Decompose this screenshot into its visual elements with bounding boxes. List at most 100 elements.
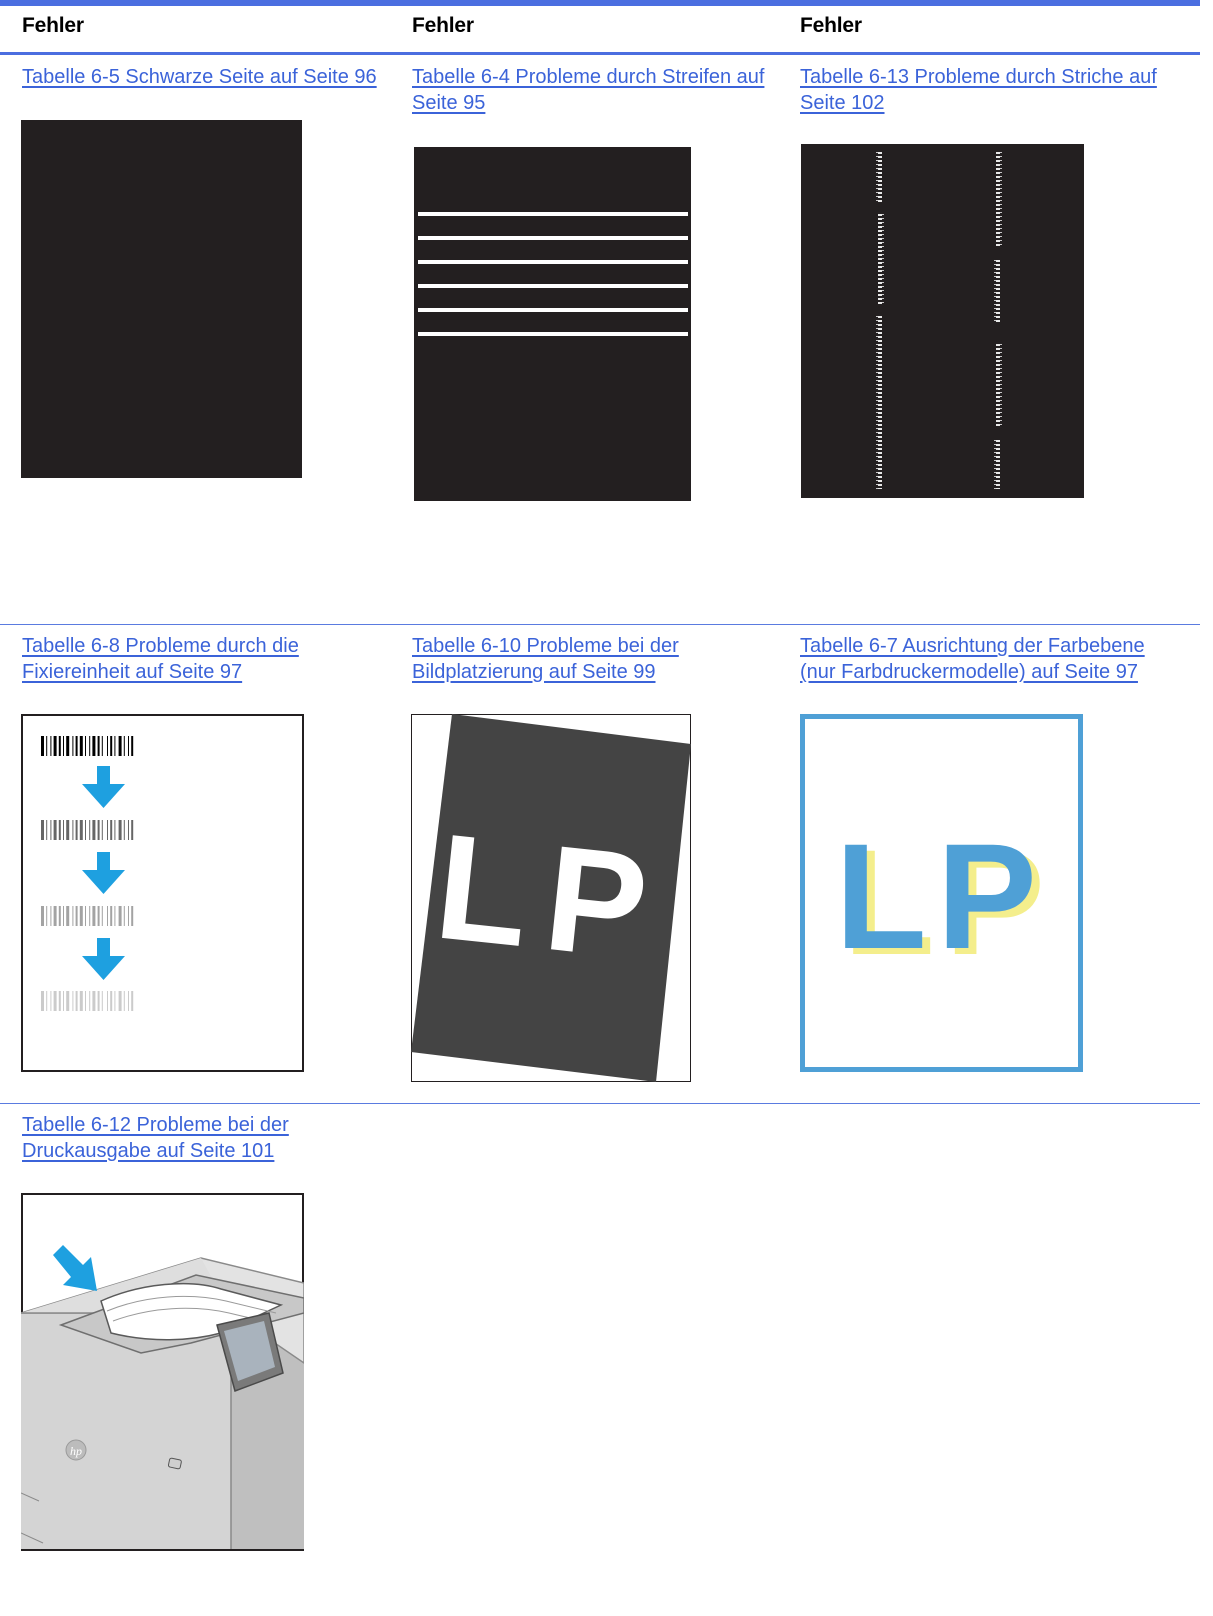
link-image-placement[interactable]: Tabelle 6-10 Probleme bei der Bildplatzi… <box>412 633 782 685</box>
barcode-bar <box>97 736 100 756</box>
barcode-bar <box>107 820 108 840</box>
barcode-bar <box>41 906 44 926</box>
barcode-bar <box>75 820 78 840</box>
barcode-bar <box>107 991 108 1011</box>
barcode-bar <box>58 820 61 840</box>
link-color-registration[interactable]: Tabelle 6-7 Ausrichtung der Farbebene (n… <box>800 633 1190 685</box>
barcode-bar <box>50 906 52 926</box>
barcode-bar <box>66 736 70 756</box>
color-registration-page-image: LP LP <box>800 714 1083 1072</box>
link-color-registration-line-1: Tabelle 6-7 Ausrichtung der Farbebene <box>800 635 1145 657</box>
barcode-bar <box>118 991 122 1011</box>
barcode-bar <box>128 906 129 926</box>
barcode-bar <box>50 736 52 756</box>
barcode-bar <box>41 991 44 1011</box>
barcode-bar <box>85 906 86 926</box>
barcode-bar <box>75 991 78 1011</box>
black-page-image <box>21 120 302 478</box>
barcode-bar <box>63 906 64 926</box>
barcode-bar <box>128 820 129 840</box>
barcode-bar <box>110 736 113 756</box>
link-streaks-line-2: Seite 102 <box>800 92 885 114</box>
image-placement-page-image: LP <box>411 714 692 1082</box>
barcode-bar <box>66 906 70 926</box>
link-output-line-2: Druckausgabe auf Seite 101 <box>22 1140 275 1162</box>
barcode-bar <box>114 820 116 840</box>
link-black-page-line-1: Tabelle 6-5 Schwarze Seite auf Seite 96 <box>22 66 377 88</box>
barcode-bar <box>110 820 113 840</box>
barcode-bar <box>92 991 96 1011</box>
link-banding[interactable]: Tabelle 6-4 Probleme durch Streifen auf … <box>412 64 782 116</box>
barcode-bar <box>97 820 100 840</box>
barcode-bar <box>118 906 122 926</box>
barcode-bar <box>75 906 78 926</box>
barcode-bar <box>123 820 125 840</box>
header-rule <box>0 52 1200 55</box>
barcode-bar <box>123 736 125 756</box>
barcode-bar <box>53 906 57 926</box>
link-fuser[interactable]: Tabelle 6-8 Probleme durch die Fixierein… <box>22 633 392 685</box>
svg-text:hp: hp <box>70 1444 82 1458</box>
registration-lp-blue-text: LP <box>835 812 1047 980</box>
barcode-bar <box>46 991 48 1011</box>
row-rule-1 <box>0 624 1200 625</box>
barcode-bar <box>79 736 83 756</box>
barcode-bar <box>89 906 91 926</box>
barcode-bar <box>85 736 86 756</box>
barcode-bar <box>63 991 64 1011</box>
barcode-bar <box>89 820 91 840</box>
barcode-bar <box>41 820 44 840</box>
link-output[interactable]: Tabelle 6-12 Probleme bei der Druckausga… <box>22 1112 392 1164</box>
printer-output-image: hp <box>21 1193 304 1551</box>
fuser-page-image <box>21 714 304 1072</box>
barcode-bar <box>46 820 48 840</box>
barcode-bar <box>128 736 129 756</box>
link-color-registration-line-2: (nur Farbdruckermodelle) auf Seite 97 <box>800 661 1138 683</box>
barcode-bar <box>79 906 83 926</box>
barcode-bar <box>79 991 83 1011</box>
link-fuser-line-1: Tabelle 6-8 Probleme durch die <box>22 635 299 657</box>
barcode-bar <box>118 736 122 756</box>
barcode-bar <box>46 906 48 926</box>
barcode-bar <box>101 991 103 1011</box>
barcode-bar <box>131 991 134 1011</box>
barcode-bar <box>72 906 74 926</box>
streaks-page-image <box>801 144 1084 498</box>
barcode-bar <box>66 820 70 840</box>
link-image-placement-line-2: Bildplatzierung auf Seite 99 <box>412 661 656 683</box>
row-rule-2 <box>0 1103 1200 1104</box>
link-streaks[interactable]: Tabelle 6-13 Probleme durch Striche auf … <box>800 64 1190 116</box>
barcode-bar <box>72 736 74 756</box>
barcode-bar <box>58 736 61 756</box>
barcode-bar <box>50 991 52 1011</box>
barcode-bar <box>118 820 122 840</box>
barcode-bar <box>58 906 61 926</box>
column-header-1: Fehler <box>22 14 84 37</box>
barcode-bar <box>41 736 44 756</box>
barcode-bar <box>101 906 103 926</box>
barcode-bar <box>131 820 134 840</box>
top-accent-bar <box>0 0 1200 6</box>
barcode-bar <box>114 991 116 1011</box>
barcode-bar <box>50 820 52 840</box>
barcode-bar <box>85 820 86 840</box>
column-header-3: Fehler <box>800 14 862 37</box>
barcode-bar <box>107 736 108 756</box>
barcode-bar <box>92 906 96 926</box>
barcode-bar <box>92 736 96 756</box>
barcode-bar <box>131 736 134 756</box>
link-image-placement-line-1: Tabelle 6-10 Probleme bei der <box>412 635 679 657</box>
skewed-lp-text: LP <box>429 802 673 993</box>
barcode-bar <box>110 991 113 1011</box>
barcode-bar <box>72 820 74 840</box>
barcode-bar <box>72 991 74 1011</box>
barcode-bar <box>128 991 129 1011</box>
barcode-bar <box>63 820 64 840</box>
barcode-bar <box>66 991 70 1011</box>
barcode-bar <box>58 991 61 1011</box>
barcode-bar <box>97 991 100 1011</box>
link-black-page[interactable]: Tabelle 6-5 Schwarze Seite auf Seite 96 <box>22 64 392 90</box>
barcode-bar <box>131 906 134 926</box>
barcode-bar <box>101 736 103 756</box>
barcode-bar <box>92 820 96 840</box>
